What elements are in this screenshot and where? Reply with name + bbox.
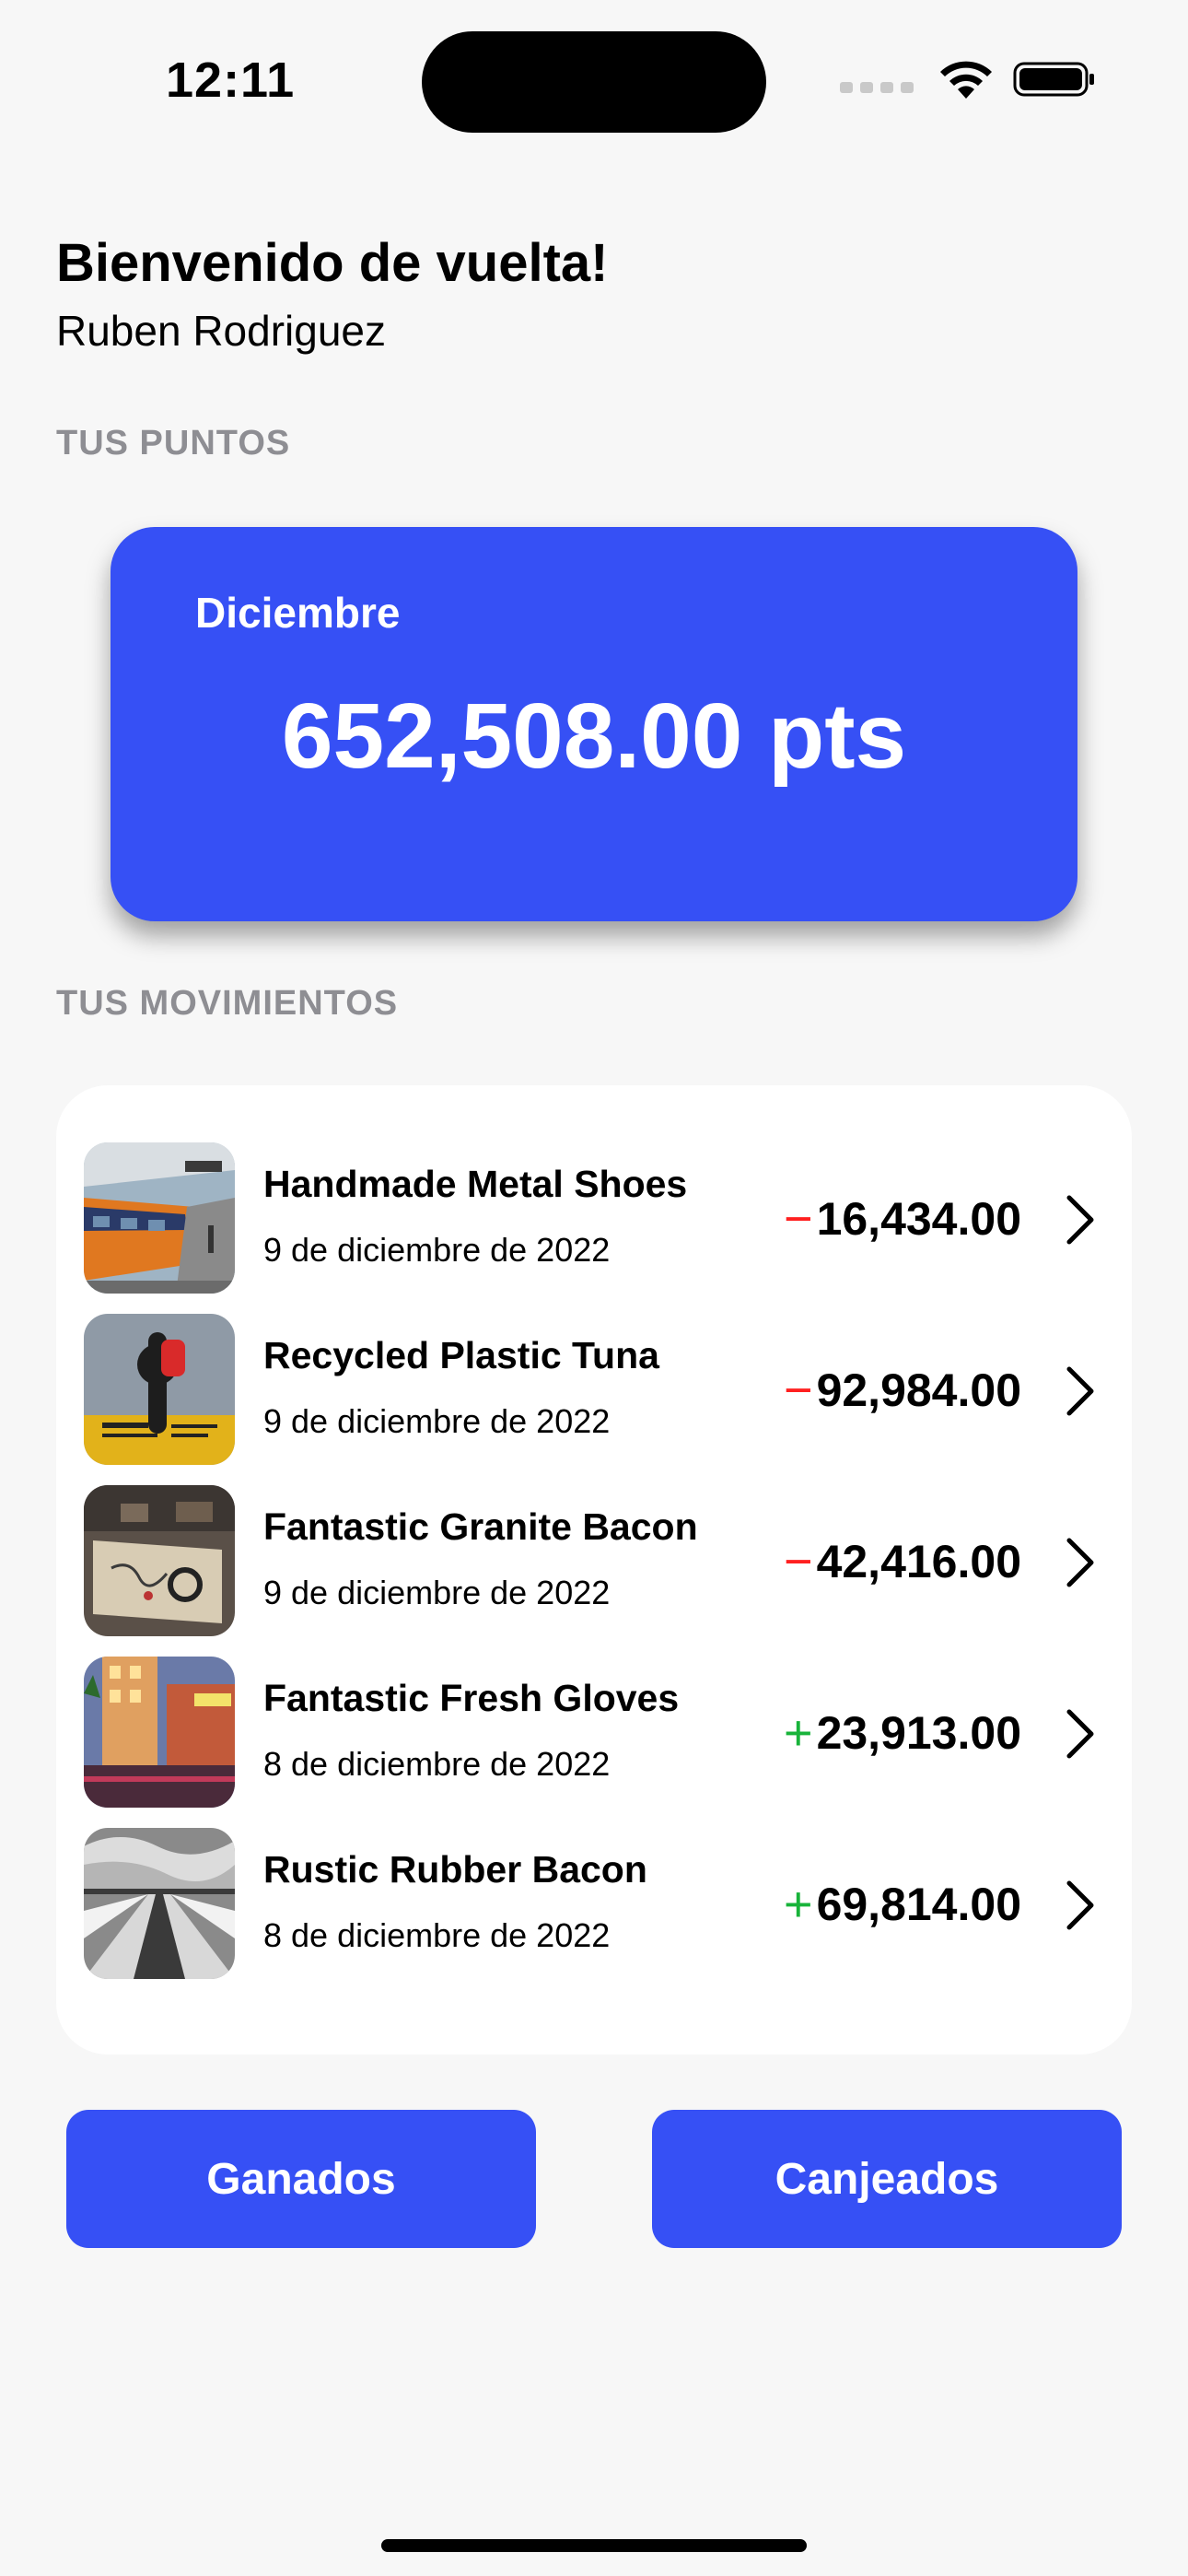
movement-date: 9 de diciembre de 2022 [263, 1574, 611, 1611]
movement-date: 8 de diciembre de 2022 [263, 1745, 611, 1783]
points-card: Diciembre 652,508.00 pts [111, 527, 1077, 921]
chevron-right-icon[interactable] [1062, 1704, 1099, 1763]
movement-date: 8 de diciembre de 2022 [263, 1916, 611, 1954]
movement-amount: − 42,416.00 [784, 1533, 1021, 1590]
amount-sign: + [784, 1877, 813, 1932]
cellular-signal-icon [840, 82, 914, 93]
movement-thumbnail [84, 1828, 235, 1979]
home-indicator[interactable] [381, 2539, 807, 2552]
movement-title: Fantastic Granite Bacon [263, 1505, 698, 1548]
amount-sign: − [784, 1191, 813, 1247]
points-month: Diciembre [195, 589, 401, 637]
earned-button[interactable]: Ganados [66, 2110, 536, 2248]
movement-date: 9 de diciembre de 2022 [263, 1231, 611, 1269]
amount-value: 92,984.00 [816, 1364, 1021, 1416]
chevron-right-icon[interactable] [1062, 1876, 1099, 1935]
amount-value: 23,913.00 [816, 1707, 1021, 1759]
amount-sign: + [784, 1705, 813, 1761]
chevron-right-icon[interactable] [1062, 1533, 1099, 1592]
battery-icon [1013, 62, 1094, 97]
movement-row[interactable]: Recycled Plastic Tuna 9 de diciembre de … [56, 1314, 1132, 1485]
movement-thumbnail [84, 1485, 235, 1636]
movement-title: Handmade Metal Shoes [263, 1163, 688, 1205]
movement-thumbnail [84, 1314, 235, 1465]
welcome-title: Bienvenido de vuelta! [56, 233, 609, 293]
movement-thumbnail [84, 1657, 235, 1808]
movements-section-label: TUS MOVIMIENTOS [56, 984, 399, 1023]
chevron-right-icon[interactable] [1062, 1190, 1099, 1249]
amount-value: 42,416.00 [816, 1536, 1021, 1587]
user-name: Ruben Rodriguez [56, 307, 387, 355]
movement-title: Fantastic Fresh Gloves [263, 1677, 680, 1719]
movement-date: 9 de diciembre de 2022 [263, 1402, 611, 1440]
amount-value: 69,814.00 [816, 1879, 1021, 1930]
redeemed-button[interactable]: Canjeados [652, 2110, 1122, 2248]
switch-handle-photo [84, 1314, 235, 1465]
dynamic-island [422, 31, 766, 133]
movement-thumbnail [84, 1142, 235, 1294]
movements-card: Handmade Metal Shoes 9 de diciembre de 2… [56, 1085, 1132, 2055]
train-station-photo [84, 1142, 235, 1294]
chevron-right-icon[interactable] [1062, 1362, 1099, 1421]
movement-row[interactable]: Rustic Rubber Bacon 8 de diciembre de 20… [56, 1828, 1132, 1999]
amount-value: 16,434.00 [816, 1193, 1021, 1245]
wifi-icon [940, 61, 992, 99]
movement-amount: + 69,814.00 [784, 1876, 1021, 1933]
movement-row[interactable]: Fantastic Granite Bacon 9 de diciembre d… [56, 1485, 1132, 1657]
points-value: 652,508.00 pts [281, 685, 907, 788]
status-icons [840, 57, 1096, 101]
movement-row[interactable]: Handmade Metal Shoes 9 de diciembre de 2… [56, 1142, 1132, 1314]
pier-bw-photo [84, 1828, 235, 1979]
movement-title: Recycled Plastic Tuna [263, 1334, 659, 1376]
movement-amount: − 92,984.00 [784, 1362, 1021, 1419]
hotel-street-photo [84, 1657, 235, 1808]
movement-amount: − 16,434.00 [784, 1190, 1021, 1247]
amount-sign: − [784, 1534, 813, 1589]
movement-row[interactable]: Fantastic Fresh Gloves 8 de diciembre de… [56, 1657, 1132, 1828]
workbench-photo [84, 1485, 235, 1636]
points-section-label: TUS PUNTOS [56, 424, 291, 463]
status-time: 12:11 [166, 53, 296, 108]
amount-sign: − [784, 1363, 813, 1418]
movement-title: Rustic Rubber Bacon [263, 1848, 647, 1891]
movement-amount: + 23,913.00 [784, 1704, 1021, 1762]
